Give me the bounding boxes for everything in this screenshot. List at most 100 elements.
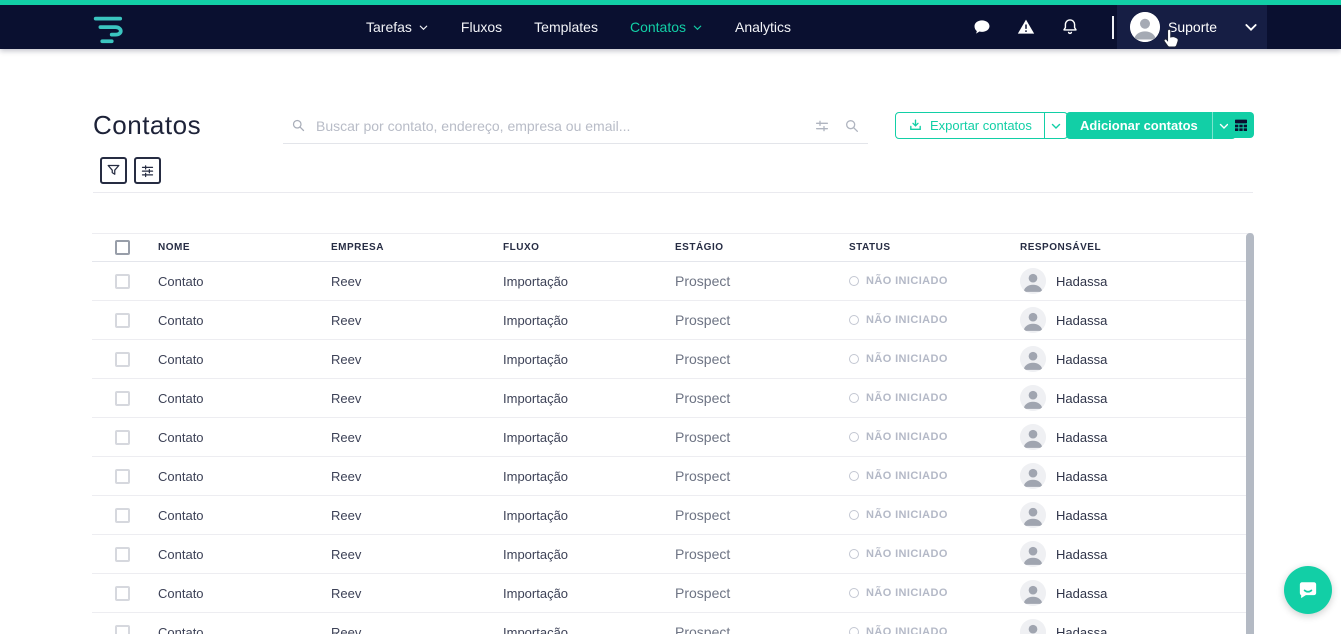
- responsavel-name: Hadassa: [1056, 585, 1108, 601]
- cell-nome[interactable]: Contato: [150, 508, 323, 523]
- bell-icon[interactable]: [1060, 17, 1080, 37]
- table-row[interactable]: Contato Reev Importação Prospect NÃO INI…: [92, 535, 1253, 574]
- filter-toolbar: [100, 157, 161, 184]
- cell-estagio: Prospect: [675, 273, 731, 289]
- cell-nome[interactable]: Contato: [150, 391, 323, 406]
- row-checkbox-cell: [92, 507, 150, 523]
- search-submit-icon[interactable]: [844, 118, 860, 134]
- row-checkbox[interactable]: [115, 351, 130, 367]
- chat-widget-button[interactable]: [1284, 566, 1332, 614]
- column-header-nome[interactable]: NOME: [150, 242, 323, 253]
- status-circle-icon: [849, 432, 859, 442]
- row-checkbox[interactable]: [115, 468, 130, 484]
- cell-nome[interactable]: Contato: [150, 430, 323, 445]
- cell-responsavel: Hadassa: [1012, 502, 1253, 528]
- grid-view-icon: [1235, 119, 1247, 131]
- responsavel-avatar: [1020, 385, 1046, 411]
- row-checkbox-cell: [92, 273, 150, 289]
- row-checkbox[interactable]: [115, 585, 130, 601]
- cell-nome[interactable]: Contato: [150, 586, 323, 601]
- table-scrollbar[interactable]: [1246, 233, 1254, 634]
- table-row[interactable]: Contato Reev Importação Prospect NÃO INI…: [92, 340, 1253, 379]
- chevron-down-icon: [693, 25, 702, 30]
- cell-status: NÃO INICIADO: [841, 314, 1012, 326]
- row-checkbox[interactable]: [115, 507, 130, 523]
- reev-logo-icon[interactable]: [88, 13, 126, 45]
- search-options: [814, 118, 860, 134]
- row-checkbox[interactable]: [115, 429, 130, 445]
- column-header-estagio[interactable]: ESTÁGIO: [667, 242, 841, 253]
- table-row[interactable]: Contato Reev Importação Prospect NÃO INI…: [92, 457, 1253, 496]
- nav-item-fluxos[interactable]: Fluxos: [461, 19, 502, 35]
- row-checkbox-cell: [92, 351, 150, 367]
- responsavel-name: Hadassa: [1056, 273, 1108, 289]
- nav-item-contatos[interactable]: Contatos: [630, 19, 703, 35]
- responsavel-name: Hadassa: [1056, 390, 1108, 406]
- status-label: NÃO INICIADO: [866, 431, 948, 443]
- top-navbar: Tarefas Fluxos Templates Contatos Analyt…: [0, 0, 1341, 49]
- column-header-fluxo[interactable]: FLUXO: [495, 242, 667, 253]
- filter-sliders-button[interactable]: [134, 157, 161, 184]
- table-row[interactable]: Contato Reev Importação Prospect NÃO INI…: [92, 613, 1253, 634]
- download-icon: [910, 119, 921, 130]
- nav-item-templates[interactable]: Templates: [534, 19, 598, 35]
- nav-item-analytics[interactable]: Analytics: [735, 19, 791, 35]
- status-circle-icon: [849, 276, 859, 286]
- profile-menu[interactable]: Suporte: [1117, 5, 1267, 49]
- grid-view-button[interactable]: [1228, 112, 1254, 138]
- cell-fluxo: Importação: [503, 390, 569, 406]
- row-checkbox[interactable]: [115, 546, 130, 562]
- cell-estagio: Prospect: [675, 390, 731, 406]
- select-all-checkbox[interactable]: [115, 240, 130, 255]
- warning-icon[interactable]: [1016, 17, 1036, 37]
- sliders-icon[interactable]: [814, 118, 830, 134]
- table-row[interactable]: Contato Reev Importação Prospect NÃO INI…: [92, 379, 1253, 418]
- table-body: Contato Reev Importação Prospect NÃO INI…: [92, 262, 1253, 634]
- row-checkbox[interactable]: [115, 390, 130, 406]
- cell-status: NÃO INICIADO: [841, 275, 1012, 287]
- cell-status: NÃO INICIADO: [841, 548, 1012, 560]
- nav-item-label: Templates: [534, 19, 598, 35]
- column-header-status[interactable]: STATUS: [841, 242, 1012, 253]
- row-checkbox-cell: [92, 312, 150, 328]
- cell-nome[interactable]: Contato: [150, 352, 323, 367]
- cell-nome[interactable]: Contato: [150, 547, 323, 562]
- cell-responsavel: Hadassa: [1012, 580, 1253, 606]
- export-contacts-button[interactable]: Exportar contatos: [895, 112, 1068, 139]
- responsavel-avatar: [1020, 307, 1046, 333]
- table-row[interactable]: Contato Reev Importação Prospect NÃO INI…: [92, 301, 1253, 340]
- export-dropdown-toggle[interactable]: [1043, 113, 1067, 138]
- chevron-down-icon: [1245, 24, 1257, 31]
- row-checkbox[interactable]: [115, 312, 130, 328]
- cell-empresa: Reev: [331, 624, 362, 634]
- column-header-empresa[interactable]: EMPRESA: [323, 242, 495, 253]
- column-header-responsavel[interactable]: RESPONSÁVEL: [1012, 242, 1253, 253]
- table-row[interactable]: Contato Reev Importação Prospect NÃO INI…: [92, 262, 1253, 301]
- cell-estagio: Prospect: [675, 429, 731, 445]
- cell-empresa: Reev: [331, 351, 362, 367]
- add-contacts-button[interactable]: Adicionar contatos: [1066, 112, 1236, 139]
- cell-status: NÃO INICIADO: [841, 470, 1012, 482]
- cell-empresa: Reev: [331, 429, 362, 445]
- mouse-cursor-pointer: [1163, 28, 1179, 48]
- add-contacts-label[interactable]: Adicionar contatos: [1066, 112, 1212, 139]
- status-label: NÃO INICIADO: [866, 392, 948, 404]
- cell-nome[interactable]: Contato: [150, 274, 323, 289]
- cell-fluxo: Importação: [503, 585, 569, 601]
- table-row[interactable]: Contato Reev Importação Prospect NÃO INI…: [92, 496, 1253, 535]
- export-contacts-main[interactable]: Exportar contatos: [896, 113, 1044, 138]
- funnel-icon: [107, 164, 120, 175]
- cell-empresa: Reev: [331, 507, 362, 523]
- table-row[interactable]: Contato Reev Importação Prospect NÃO INI…: [92, 574, 1253, 613]
- chat-icon[interactable]: [972, 17, 992, 37]
- table-row[interactable]: Contato Reev Importação Prospect NÃO INI…: [92, 418, 1253, 457]
- search-input[interactable]: [306, 117, 814, 134]
- row-checkbox[interactable]: [115, 273, 130, 289]
- cell-nome[interactable]: Contato: [150, 313, 323, 328]
- row-checkbox[interactable]: [115, 624, 130, 634]
- cell-nome[interactable]: Contato: [150, 469, 323, 484]
- nav-item-tarefas[interactable]: Tarefas: [366, 19, 429, 35]
- cell-estagio: Prospect: [675, 585, 731, 601]
- cell-nome[interactable]: Contato: [150, 625, 323, 634]
- filter-funnel-button[interactable]: [100, 157, 127, 184]
